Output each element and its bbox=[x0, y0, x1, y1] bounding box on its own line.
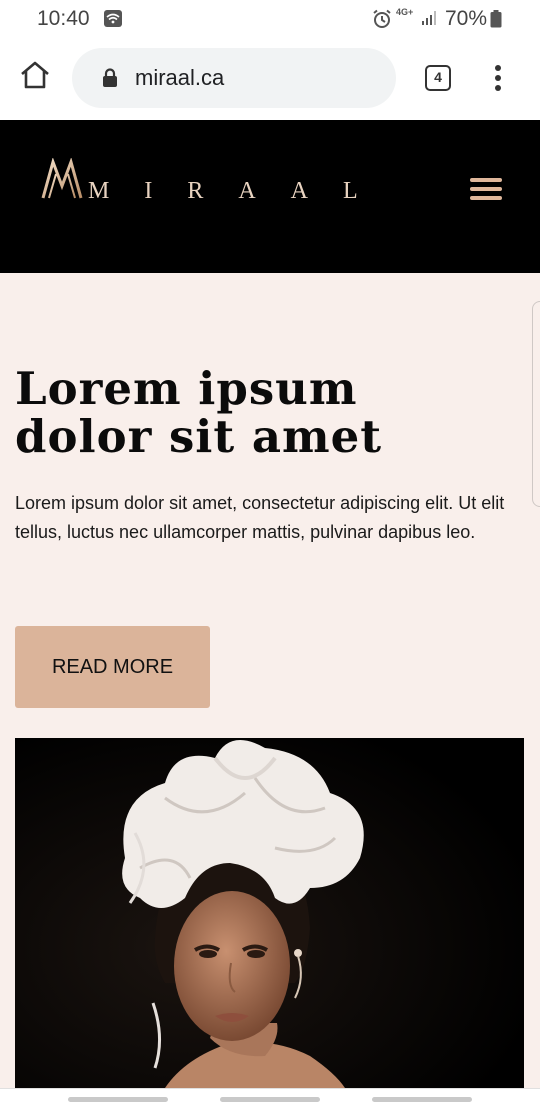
hero-title-line2: dolor sit amet bbox=[15, 410, 383, 463]
hero-title: Lorem ipsum dolor sit amet bbox=[15, 365, 495, 461]
tabs-icon[interactable]: 4 bbox=[425, 65, 451, 91]
logo-icon[interactable] bbox=[41, 157, 83, 207]
status-bar: 10:40 4G+ 70% bbox=[0, 0, 540, 38]
hamburger-icon[interactable] bbox=[470, 178, 502, 202]
bottom-nav-handle-center[interactable] bbox=[220, 1097, 320, 1102]
url-text: miraal.ca bbox=[135, 65, 225, 90]
network-type: 4G+ bbox=[396, 7, 414, 17]
bottom-nav-bar bbox=[0, 1088, 540, 1110]
brand-wordmark[interactable]: MIRAAL bbox=[88, 178, 393, 205]
read-more-button[interactable]: READ MORE bbox=[15, 626, 210, 708]
side-tab[interactable] bbox=[532, 301, 540, 507]
menu-icon[interactable] bbox=[494, 65, 502, 93]
status-time: 10:40 bbox=[37, 7, 90, 30]
home-icon[interactable] bbox=[19, 60, 51, 95]
wifi-icon bbox=[104, 10, 122, 27]
battery-percent: 70% bbox=[445, 7, 488, 30]
battery-icon bbox=[490, 10, 502, 28]
site-header: MIRAAL bbox=[0, 120, 540, 273]
browser-toolbar: miraal.ca 4 bbox=[0, 38, 540, 120]
hero-section: Lorem ipsum dolor sit amet Lorem ipsum d… bbox=[0, 273, 540, 1088]
bottom-nav-handle-left[interactable] bbox=[68, 1097, 168, 1102]
alarm-icon bbox=[372, 9, 392, 34]
address-bar[interactable]: miraal.ca bbox=[72, 48, 396, 108]
hero-title-line1: Lorem ipsum bbox=[15, 362, 358, 415]
hero-image bbox=[15, 738, 524, 1088]
hero-body: Lorem ipsum dolor sit amet, consectetur … bbox=[15, 493, 505, 542]
signal-icon bbox=[421, 10, 439, 31]
lock-icon bbox=[102, 68, 118, 93]
bottom-nav-handle-right[interactable] bbox=[372, 1097, 472, 1102]
